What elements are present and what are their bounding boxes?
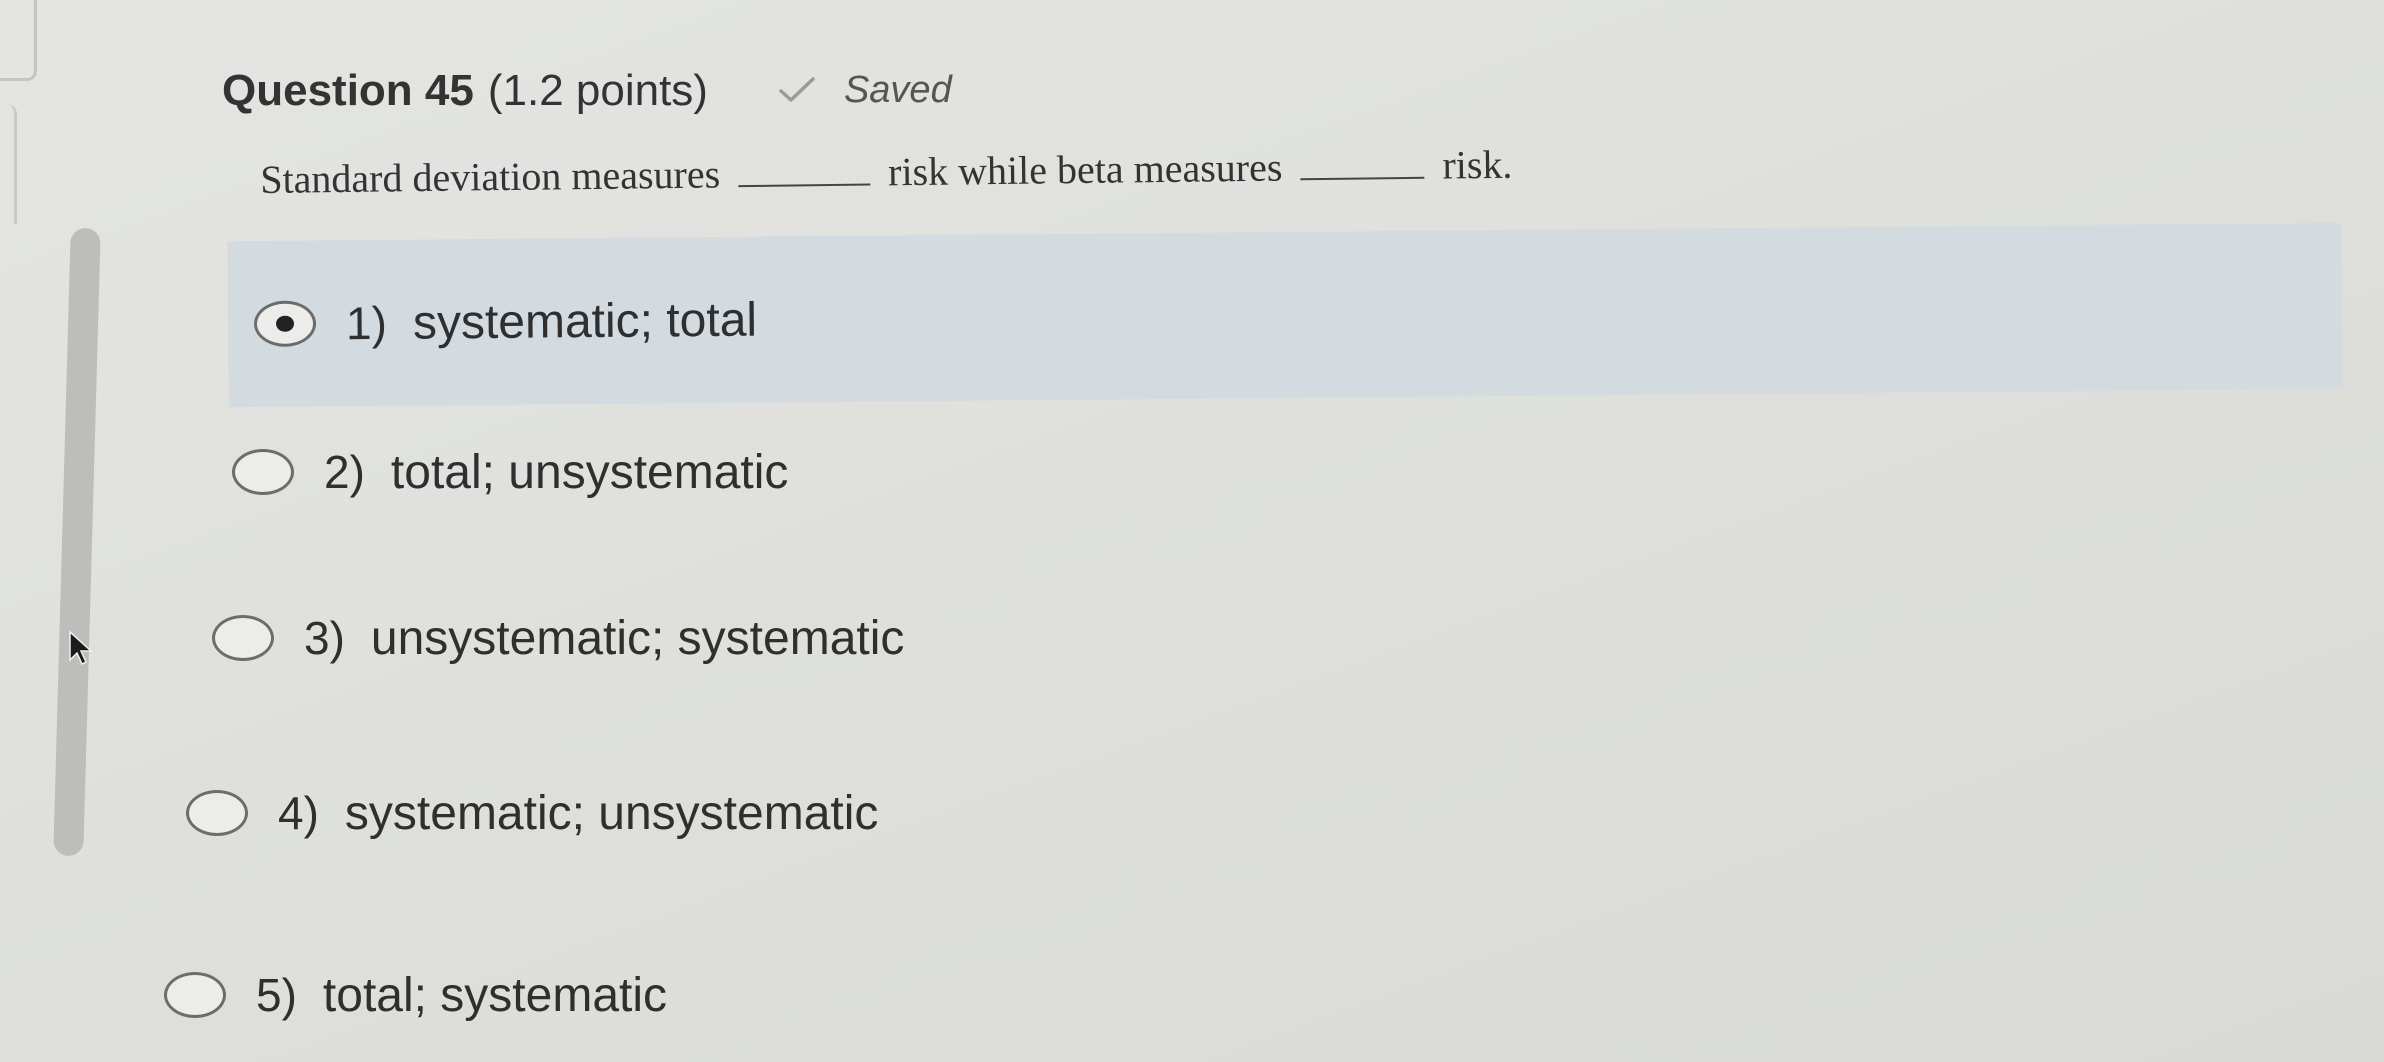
mouse-cursor-icon (69, 630, 93, 666)
option-3[interactable]: 3) unsystematic; systematic (212, 596, 904, 680)
answer-options: 1) systematic; total 2) total; unsystema… (0, 0, 2384, 1062)
radio-button[interactable] (212, 615, 274, 661)
option-number: 5) (256, 969, 297, 1021)
radio-button[interactable] (186, 790, 248, 836)
option-2[interactable]: 2) total; unsystematic (232, 432, 788, 512)
option-number: 4) (278, 787, 319, 839)
radio-button-selected[interactable] (253, 300, 317, 347)
radio-button[interactable] (164, 972, 226, 1018)
option-label: total; unsystematic (390, 445, 789, 499)
option-5[interactable]: 5) total; systematic (164, 952, 667, 1038)
option-label: unsystematic; systematic (370, 611, 905, 665)
option-number: 2) (324, 446, 365, 498)
option-number: 3) (304, 612, 345, 664)
option-4[interactable]: 4) systematic; unsystematic (186, 770, 878, 856)
option-number: 1) (345, 296, 388, 350)
radio-button[interactable] (232, 449, 294, 495)
option-label: systematic; unsystematic (344, 786, 879, 840)
option-1[interactable]: 1) systematic; total (227, 222, 2343, 408)
option-label: systematic; total (412, 293, 758, 350)
option-label: total; systematic (322, 968, 668, 1022)
